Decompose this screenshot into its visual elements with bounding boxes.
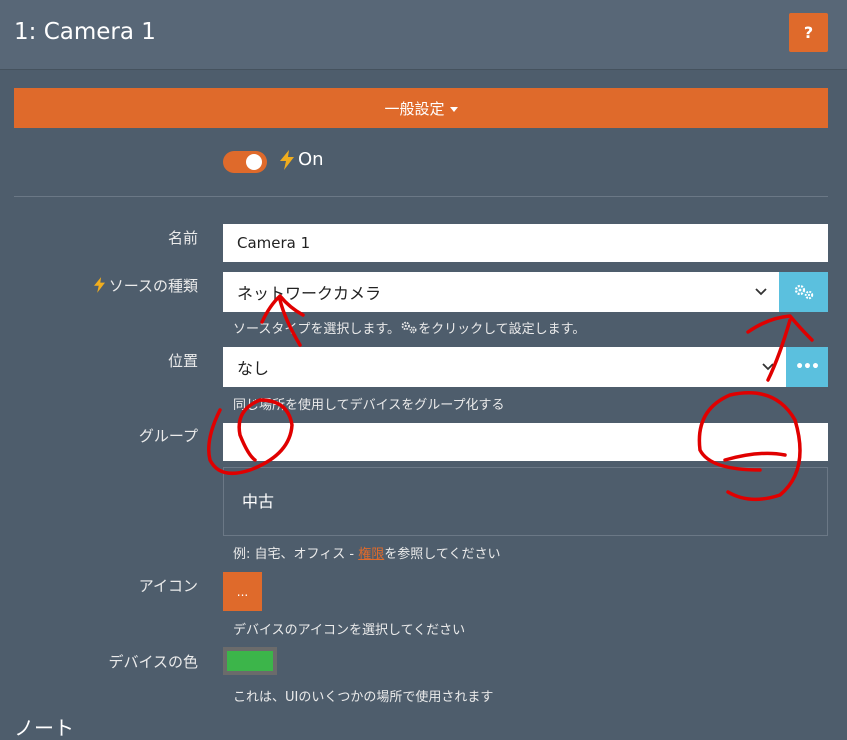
location-help: 同じ場所を使用してデバイスをグループ化する bbox=[233, 398, 505, 413]
cogs-icon bbox=[401, 321, 417, 334]
help-button[interactable]: ? bbox=[789, 13, 828, 52]
group-help: 例: 自宅、オフィス - 権限を参照してください bbox=[233, 543, 500, 562]
bolt-icon bbox=[280, 149, 294, 170]
divider bbox=[14, 196, 828, 197]
section-label: 一般設定 bbox=[384, 99, 445, 118]
icon-label: アイコン bbox=[8, 575, 198, 595]
location-label: 位置 bbox=[8, 350, 198, 370]
notes-heading: ノート bbox=[14, 716, 74, 740]
chevron-down-icon bbox=[750, 363, 786, 371]
source-type-select[interactable]: ネットワークカメラ bbox=[223, 272, 779, 312]
group-help-before: 例: 自宅、オフィス - bbox=[233, 547, 359, 562]
permissions-link[interactable]: 権限 bbox=[358, 547, 384, 562]
name-label: 名前 bbox=[8, 227, 198, 247]
icon-picker-button[interactable]: ... bbox=[223, 572, 262, 611]
cogs-icon bbox=[794, 284, 813, 300]
name-label-text: 名前 bbox=[167, 228, 198, 247]
bolt-icon bbox=[93, 277, 105, 293]
source-type-help: ソースタイプを選択します。 をクリックして設定します。 bbox=[233, 318, 585, 337]
enable-toggle[interactable] bbox=[223, 151, 267, 173]
group-label: グループ bbox=[8, 425, 198, 445]
icon-label-text: アイコン bbox=[138, 576, 198, 595]
color-label: デバイスの色 bbox=[8, 651, 198, 671]
group-input[interactable] bbox=[223, 423, 828, 461]
toggle-knob bbox=[246, 154, 262, 170]
general-settings-dropdown[interactable]: 一般設定 bbox=[14, 88, 828, 128]
group-help-after: を参照してください bbox=[384, 547, 501, 562]
source-type-value: ネットワークカメラ bbox=[237, 284, 382, 303]
source-type-label: ソースの種類 bbox=[8, 275, 198, 295]
toggle-status-label: On bbox=[298, 149, 324, 170]
source-type-help-before: ソースタイプを選択します。 bbox=[233, 322, 401, 337]
source-settings-button[interactable] bbox=[779, 272, 828, 312]
toggle-status: On bbox=[280, 149, 324, 170]
ellipsis-icon: ••• bbox=[795, 359, 820, 375]
location-more-button[interactable]: ••• bbox=[786, 347, 828, 387]
color-help: これは、UIのいくつかの場所で使用されます bbox=[233, 690, 494, 705]
page-title: 1: Camera 1 bbox=[14, 19, 156, 45]
source-type-help-after: をクリックして設定します。 bbox=[418, 322, 586, 337]
chevron-down-icon bbox=[743, 288, 779, 296]
location-label-text: 位置 bbox=[167, 351, 198, 370]
location-value: なし bbox=[237, 359, 270, 378]
group-tag[interactable]: 中古 bbox=[242, 492, 274, 511]
group-tags-box[interactable]: 中古 bbox=[223, 467, 828, 536]
location-select[interactable]: なし bbox=[223, 347, 786, 387]
modal-header: 1: Camera 1 ? bbox=[0, 0, 847, 70]
caret-down-icon bbox=[449, 106, 458, 112]
name-input[interactable]: Camera 1 bbox=[223, 224, 828, 262]
group-label-text: グループ bbox=[138, 426, 198, 445]
device-color-picker[interactable] bbox=[223, 647, 277, 675]
source-type-label-text: ソースの種類 bbox=[108, 276, 198, 295]
color-label-text: デバイスの色 bbox=[108, 652, 198, 671]
color-fill bbox=[227, 651, 273, 671]
icon-help: デバイスのアイコンを選択してください bbox=[233, 623, 466, 638]
